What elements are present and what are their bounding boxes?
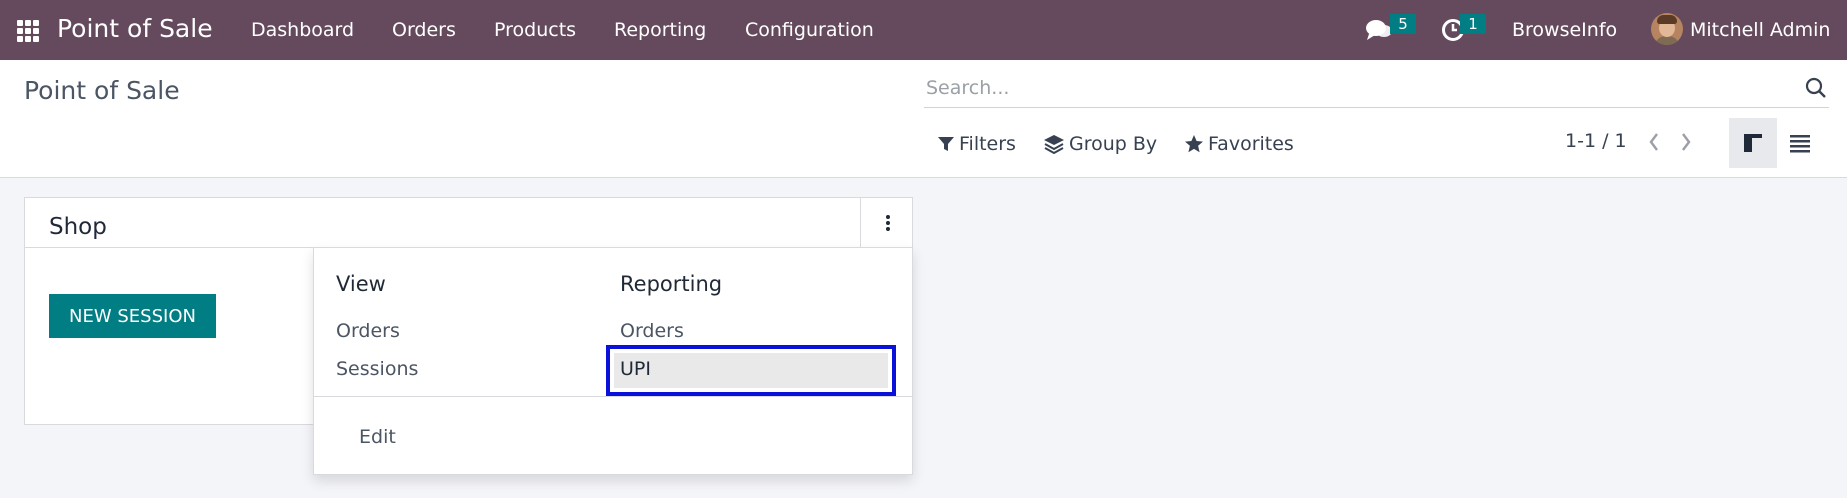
dropdown-view-heading: View: [336, 272, 386, 296]
filters-button[interactable]: Filters: [937, 128, 1016, 160]
user-menu[interactable]: Mitchell Admin: [1690, 19, 1830, 41]
card-options-icon[interactable]: [881, 214, 895, 234]
dropdown-edit[interactable]: Edit: [359, 426, 396, 448]
layers-icon: [1044, 135, 1064, 154]
dropdown-view-sessions[interactable]: Sessions: [336, 358, 418, 380]
kanban-icon: [1744, 134, 1762, 152]
filter-icon: [938, 137, 954, 151]
list-icon: [1790, 135, 1810, 153]
dropdown-reporting-heading: Reporting: [620, 272, 723, 296]
card-header-vertical-divider: [860, 198, 861, 248]
pager-next-icon[interactable]: [1680, 132, 1692, 156]
kanban-view-button[interactable]: [1729, 118, 1777, 168]
messages-icon[interactable]: [1365, 18, 1393, 46]
filters-label: Filters: [959, 133, 1016, 155]
menu-products[interactable]: Products: [494, 19, 576, 41]
messages-badge: 5: [1390, 14, 1416, 34]
favorites-label: Favorites: [1208, 133, 1294, 155]
dropdown-divider: [314, 396, 912, 397]
activities-badge: 1: [1460, 14, 1486, 34]
star-icon: [1185, 135, 1203, 153]
favorites-button[interactable]: Favorites: [1184, 128, 1294, 160]
search-bar: [924, 70, 1829, 108]
dropdown-view-orders[interactable]: Orders: [336, 320, 400, 342]
dropdown-reporting-upi[interactable]: UPI: [620, 358, 651, 380]
menu-dashboard[interactable]: Dashboard: [251, 19, 354, 41]
card-options-dropdown: View Reporting Orders Sessions Orders UP…: [313, 247, 913, 475]
list-view-button[interactable]: [1776, 118, 1824, 168]
top-navbar: Point of Sale Dashboard Orders Products …: [0, 0, 1847, 60]
search-icon[interactable]: [1805, 77, 1827, 103]
pager-previous-icon[interactable]: [1648, 132, 1660, 156]
app-brand[interactable]: Point of Sale: [57, 14, 213, 43]
search-input[interactable]: [926, 70, 1776, 106]
group-by-button[interactable]: Group By: [1043, 128, 1157, 160]
page-title: Point of Sale: [24, 76, 180, 105]
pager-value[interactable]: 1-1 / 1: [1565, 130, 1627, 152]
control-panel: Point of Sale Filters Group By Favorites…: [0, 60, 1847, 178]
company-switcher[interactable]: BrowseInfo: [1512, 19, 1617, 41]
menu-configuration[interactable]: Configuration: [745, 19, 874, 41]
menu-reporting[interactable]: Reporting: [614, 19, 706, 41]
new-session-button[interactable]: NEW SESSION: [49, 294, 216, 338]
card-title: Shop: [49, 214, 107, 240]
dropdown-reporting-orders[interactable]: Orders: [620, 320, 684, 342]
group-by-label: Group By: [1069, 133, 1158, 155]
user-avatar[interactable]: [1651, 13, 1683, 45]
menu-orders[interactable]: Orders: [392, 19, 456, 41]
app-menu-icon[interactable]: [17, 20, 39, 42]
